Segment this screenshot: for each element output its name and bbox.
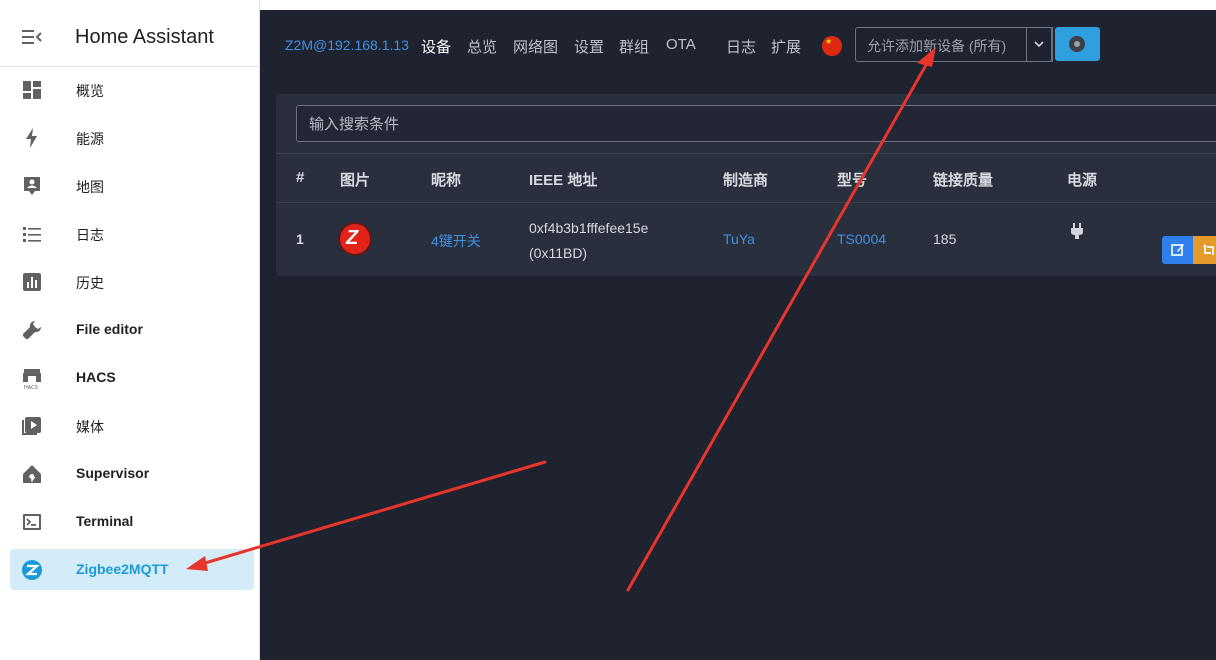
tab-dashboard[interactable]: 总览 bbox=[467, 36, 497, 57]
app-title: Home Assistant bbox=[75, 26, 214, 48]
devices-table-card: # 图片 昵称 IEEE 地址 制造商 型号 链接质量 电源 1 Z 4键开关 … bbox=[276, 94, 1216, 276]
tab-extensions[interactable]: 扩展 bbox=[771, 36, 801, 57]
rename-device-button[interactable] bbox=[1193, 236, 1216, 264]
sidebar-item-label: 能源 bbox=[76, 131, 104, 147]
sidebar-item-label: 地图 bbox=[76, 179, 104, 195]
console-icon bbox=[22, 512, 42, 532]
sidebar-item-file-editor[interactable]: File editor bbox=[0, 306, 259, 354]
col-header-ieee[interactable]: IEEE 地址 bbox=[529, 169, 597, 190]
tab-network-map[interactable]: 网络图 bbox=[513, 36, 558, 57]
sidebar-item-hacs[interactable]: HACS HACS bbox=[0, 354, 259, 402]
map-account-icon bbox=[22, 176, 42, 196]
permit-join-label: 允许添加新设备 (所有) bbox=[867, 38, 1007, 54]
sidebar-item-energy[interactable]: 能源 bbox=[0, 114, 259, 162]
device-model-link[interactable]: TS0004 bbox=[837, 231, 886, 247]
target-icon bbox=[1069, 36, 1085, 52]
sidebar-item-label: 日志 bbox=[76, 227, 104, 243]
col-header-manufacturer[interactable]: 制造商 bbox=[723, 169, 768, 190]
list-icon bbox=[22, 224, 42, 244]
tab-settings[interactable]: 设置 bbox=[574, 36, 604, 57]
retweet-icon bbox=[1203, 244, 1214, 255]
tab-groups[interactable]: 群组 bbox=[619, 36, 649, 57]
sidebar-nav: 概览 能源 地图 日志 历史 File editor HACS HACS 媒体 bbox=[0, 66, 259, 594]
device-manufacturer-link[interactable]: TuYa bbox=[723, 231, 755, 247]
tab-devices[interactable]: 设备 bbox=[421, 36, 451, 57]
edit-device-button[interactable] bbox=[1162, 236, 1193, 264]
device-index: 1 bbox=[296, 231, 304, 247]
sidebar-item-supervisor[interactable]: Supervisor bbox=[0, 450, 259, 498]
col-header-nickname[interactable]: 昵称 bbox=[431, 169, 461, 190]
sidebar-item-history[interactable]: 历史 bbox=[0, 258, 259, 306]
sidebar-item-label: File editor bbox=[76, 321, 143, 337]
sidebar: Home Assistant 概览 能源 地图 日志 历史 File edito… bbox=[0, 0, 260, 660]
sidebar-item-logbook[interactable]: 日志 bbox=[0, 210, 259, 258]
zigbee-logo-icon: Z bbox=[340, 224, 370, 254]
device-nickname-link[interactable]: 4键开关 bbox=[431, 231, 481, 251]
col-header-link-quality[interactable]: 链接质量 bbox=[933, 169, 993, 190]
col-header-image[interactable]: 图片 bbox=[340, 169, 370, 190]
tab-logs[interactable]: 日志 bbox=[726, 36, 756, 57]
sidebar-item-label: 媒体 bbox=[76, 419, 104, 435]
divider bbox=[276, 153, 1216, 154]
search-input[interactable] bbox=[307, 112, 1191, 136]
sidebar-header: Home Assistant bbox=[0, 0, 259, 67]
sidebar-item-overview[interactable]: 概览 bbox=[0, 66, 259, 114]
z2m-brand-link[interactable]: Z2M@192.168.1.13 bbox=[285, 37, 409, 53]
wrench-icon bbox=[22, 320, 42, 340]
sidebar-item-terminal[interactable]: Terminal bbox=[0, 498, 259, 546]
sidebar-item-media[interactable]: 媒体 bbox=[0, 402, 259, 450]
permit-join-target-button[interactable] bbox=[1055, 27, 1100, 61]
sidebar-item-label: 概览 bbox=[76, 83, 104, 99]
sidebar-item-label: Zigbee2MQTT bbox=[76, 561, 169, 577]
permit-join-button[interactable]: 允许添加新设备 (所有) bbox=[855, 27, 1053, 62]
permit-join-dropdown[interactable] bbox=[1026, 27, 1052, 62]
device-network-address: (0x11BD) bbox=[529, 245, 588, 261]
svg-text:HACS: HACS bbox=[24, 385, 38, 390]
lightning-icon bbox=[22, 128, 42, 148]
edit-icon bbox=[1171, 244, 1184, 256]
device-link-quality: 185 bbox=[933, 231, 957, 247]
divider bbox=[276, 202, 1216, 203]
play-box-icon bbox=[22, 416, 42, 436]
col-header-index[interactable]: # bbox=[296, 169, 304, 186]
language-flag-icon[interactable] bbox=[822, 36, 842, 56]
zigbee-icon bbox=[22, 560, 42, 580]
chart-box-icon bbox=[22, 272, 42, 292]
tab-ota[interactable]: OTA bbox=[666, 36, 696, 53]
sidebar-item-label: Terminal bbox=[76, 513, 134, 529]
sidebar-item-label: 历史 bbox=[76, 275, 104, 291]
menu-open-icon[interactable] bbox=[22, 30, 42, 44]
dashboard-icon bbox=[22, 80, 42, 100]
sidebar-item-label: HACS bbox=[76, 369, 116, 385]
hacs-icon: HACS bbox=[22, 368, 42, 391]
sidebar-item-map[interactable]: 地图 bbox=[0, 162, 259, 210]
plug-icon bbox=[1070, 222, 1084, 244]
sidebar-item-zigbee2mqtt[interactable]: Zigbee2MQTT bbox=[0, 546, 259, 594]
sidebar-item-label: Supervisor bbox=[76, 465, 150, 481]
search-box bbox=[296, 105, 1216, 142]
col-header-power[interactable]: 电源 bbox=[1067, 169, 1097, 190]
col-header-model[interactable]: 型号 bbox=[837, 169, 867, 190]
home-assistant-icon bbox=[22, 464, 42, 484]
device-ieee-address: 0xf4b3b1fffefee15e bbox=[529, 220, 649, 236]
chevron-down-icon bbox=[1034, 41, 1044, 48]
window-top-band bbox=[260, 0, 1216, 10]
z2m-panel: Z2M@192.168.1.13 设备 总览 网络图 设置 群组 OTA 日志 … bbox=[260, 10, 1216, 660]
